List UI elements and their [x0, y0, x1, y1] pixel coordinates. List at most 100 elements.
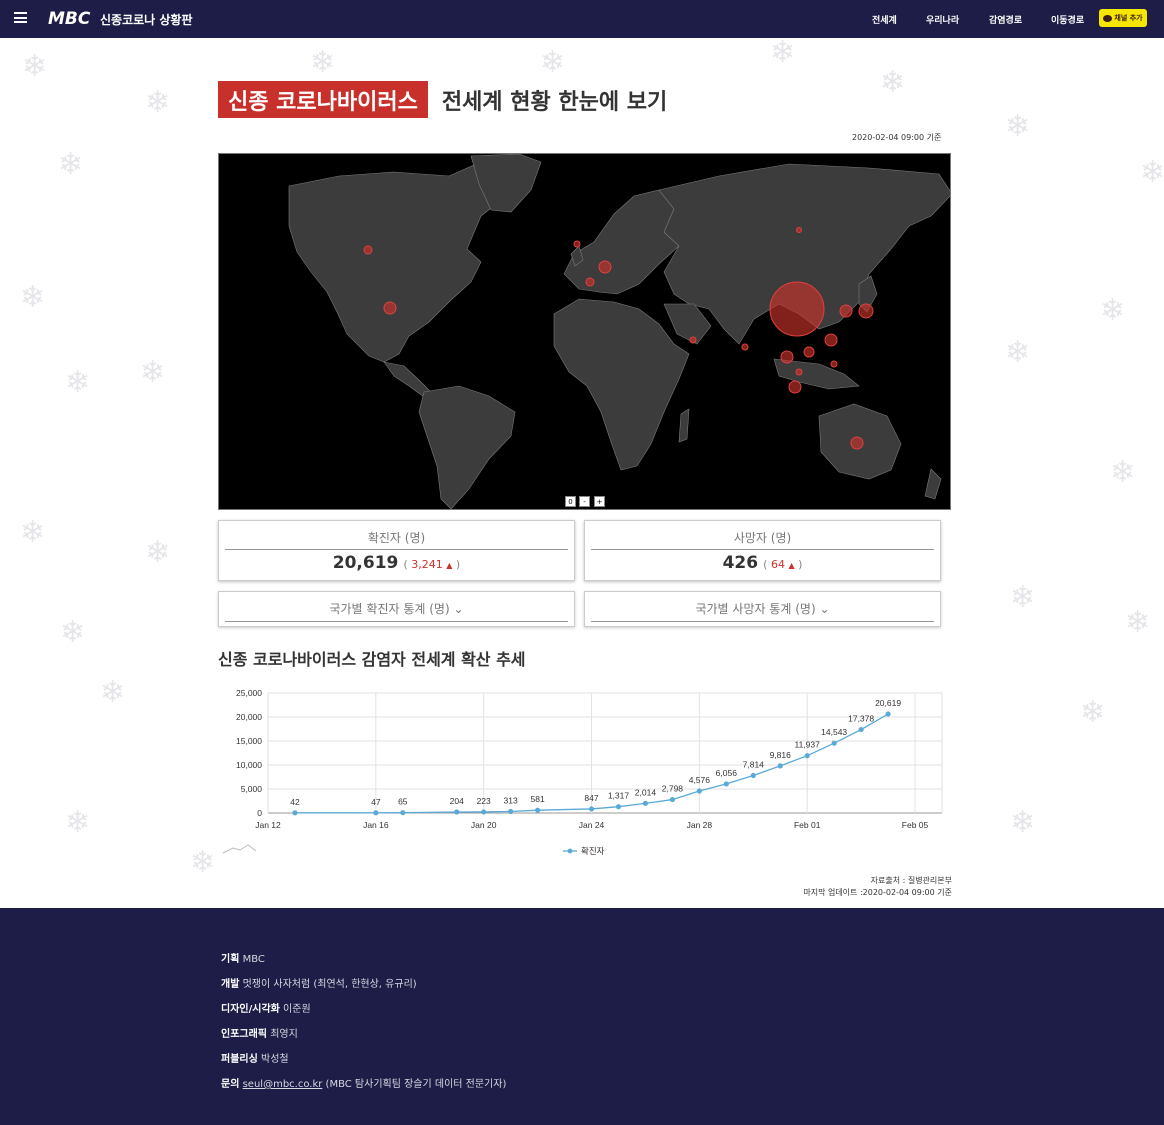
data-point [292, 810, 298, 816]
snowflake-icon: ❄ [60, 615, 86, 650]
bubble-singapore [788, 380, 802, 394]
divider [225, 621, 568, 622]
data-point [481, 809, 487, 815]
footer-key: 문의 [221, 1079, 240, 1090]
data-point [885, 711, 891, 717]
bubble-hongkong [803, 346, 815, 358]
snowflake-icon: ❄ [22, 49, 48, 84]
kakao-channel-add-button[interactable]: 채널 추가 [1099, 9, 1147, 27]
nav-movement-route[interactable]: 이동경로 [1051, 13, 1084, 26]
snowflake-icon: ❄ [310, 45, 336, 80]
data-label: 17,378 [848, 714, 874, 724]
data-label: 65 [398, 797, 408, 807]
bubble-usa [383, 301, 397, 315]
data-label: 20,619 [875, 698, 901, 708]
dropdown-label-text: 국가별 확진자 통계 (명) [329, 602, 450, 616]
data-point [588, 806, 595, 812]
legend-label: 확진자 [581, 846, 605, 856]
up-arrow-icon: ▲ [446, 561, 453, 570]
trend-chart-svg: 0 5,000 10,000 15,000 20,000 25,000 Jan 12 Jan … [222, 688, 943, 856]
top-navigation-bar: MBC 신종코로나 상황판 전세계 우리나라 감염경로 이동경로 채널 추가 [0, 0, 1164, 38]
world-map[interactable] [218, 153, 951, 510]
data-label: 581 [531, 794, 545, 804]
channel-button-label: 채널 추가 [1114, 14, 1143, 22]
snowflake-icon: ❄ [1100, 293, 1126, 328]
deaths-by-country-dropdown[interactable]: 국가별 사망자 통계 (명) ⌄ [584, 591, 941, 627]
data-label: 204 [450, 796, 464, 806]
snowflake-icon: ❄ [770, 38, 796, 70]
bubble-china [769, 281, 825, 337]
confirmed-value-row: 20,619 ( 3,241 ▲ ) [219, 553, 574, 573]
hamburger-menu-icon[interactable] [14, 12, 27, 23]
footer-value: MBC [242, 954, 265, 965]
data-point [669, 796, 675, 803]
footer: 기획 MBC 개발 멋쟁이 사자처럼 (최연석, 한현상, 유규리) 디자인/시… [0, 908, 1164, 1125]
footer-row-design: 디자인/시각화 이준원 [221, 1000, 311, 1015]
divider [591, 621, 934, 622]
snowflake-icon: ❄ [1010, 580, 1036, 615]
nav-world[interactable]: 전세계 [872, 13, 897, 26]
bubble-france [585, 277, 595, 287]
deaths-card: 사망자 (명) 426 ( 64 ▲ ) [584, 520, 941, 581]
x-tick-label: Jan 12 [255, 820, 281, 830]
data-label: 223 [477, 796, 491, 806]
snowflake-icon: ❄ [140, 355, 166, 390]
x-tick-label: Jan 24 [579, 820, 605, 830]
data-label: 6,056 [716, 768, 738, 778]
divider [225, 549, 568, 550]
confirmed-delta: ( 3,241 ▲ ) [403, 558, 461, 571]
data-label: 2,014 [635, 787, 657, 797]
data-point [831, 740, 837, 746]
deaths-value-row: 426 ( 64 ▲ ) [585, 553, 940, 573]
footer-key: 디자인/시각화 [221, 1004, 280, 1015]
nav-korea[interactable]: 우리나라 [926, 13, 959, 26]
mini-sparkline-icon [222, 844, 257, 854]
data-label: 47 [371, 797, 381, 807]
data-label: 2,798 [662, 784, 684, 794]
snowflake-icon: ❄ [20, 280, 46, 315]
data-point [804, 753, 810, 759]
kakao-chat-icon [1103, 14, 1113, 22]
confirmed-label: 확진자 (명) [367, 531, 426, 545]
data-point [858, 726, 864, 733]
data-point [400, 810, 406, 816]
snowflake-icon: ❄ [880, 65, 906, 100]
continent-madagascar [678, 408, 690, 443]
footer-row-infographic: 인포그래픽 최영지 [221, 1025, 298, 1040]
confirmed-by-country-dropdown[interactable]: 국가별 확진자 통계 (명) ⌄ [218, 591, 575, 627]
data-label: 313 [504, 795, 518, 805]
zoom-reset-button[interactable]: 0 [565, 496, 576, 507]
x-tick-label: Feb 05 [902, 820, 929, 830]
footer-value: 이준원 [283, 1004, 311, 1015]
zoom-out-button[interactable]: - [579, 496, 590, 507]
data-label: 4,576 [689, 775, 711, 785]
data-label: 7,814 [743, 759, 765, 769]
y-tick-label: 20,000 [236, 712, 262, 722]
x-tick-label: Jan 28 [687, 820, 713, 830]
bubble-philippines [830, 360, 838, 368]
snowflake-icon: ❄ [58, 147, 84, 182]
nav-infection-route[interactable]: 감염경로 [989, 13, 1022, 26]
footer-value: 박성철 [261, 1054, 289, 1065]
y-tick-label: 5,000 [241, 784, 263, 794]
world-map-svg[interactable] [219, 154, 951, 510]
chevron-down-icon: ⌄ [453, 602, 464, 616]
data-label: 14,543 [821, 727, 847, 737]
confirmed-card: 확진자 (명) 20,619 ( 3,241 ▲ ) [218, 520, 575, 581]
data-point [508, 808, 514, 815]
data-point [696, 788, 702, 794]
bubble-taiwan [824, 333, 838, 347]
site-title[interactable]: 신종코로나 상황판 [100, 11, 193, 28]
deaths-delta-value: 64 [770, 558, 785, 571]
data-source: 자료출처 : 질병관리본부 [870, 876, 952, 885]
contact-email-link[interactable]: seul@mbc.co.kr [243, 1079, 323, 1090]
zoom-in-button[interactable]: + [594, 496, 605, 507]
up-arrow-icon: ▲ [788, 561, 795, 570]
bubble-russia [796, 227, 802, 233]
bubble-thailand [780, 350, 794, 364]
data-label: 11,937 [795, 740, 821, 750]
data-point [642, 800, 649, 806]
mbc-logo[interactable]: MBC [48, 9, 90, 29]
snowflake-icon: ❄ [65, 805, 91, 840]
continent-southeast-asia [773, 358, 860, 390]
